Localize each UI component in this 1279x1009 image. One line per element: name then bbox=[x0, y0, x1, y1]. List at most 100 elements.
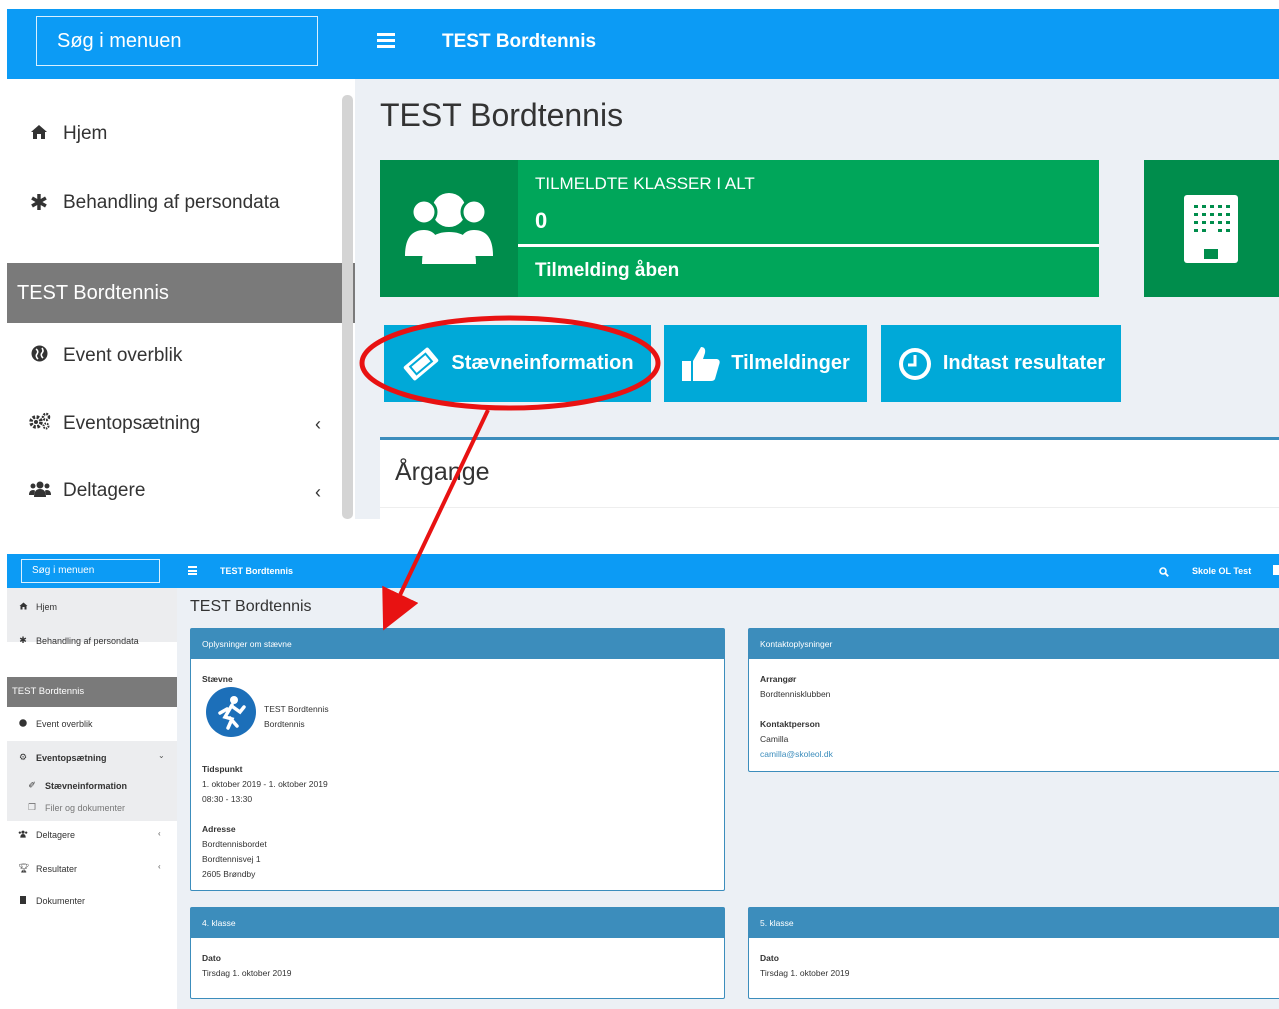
thumbs-up-icon bbox=[681, 345, 721, 383]
sidebar-item-event-overblik[interactable]: Event overblik bbox=[29, 345, 182, 367]
sidebar-item-persondata[interactable]: ✱ Behandling af persondata bbox=[18, 635, 139, 646]
sidebar-item-label: Behandling af persondata bbox=[63, 192, 280, 213]
sidebar-item-label: Eventopsætning bbox=[63, 412, 201, 434]
info-box-label: TILMELDTE KLASSER I ALT bbox=[535, 174, 755, 193]
player-icon bbox=[218, 696, 246, 730]
page-title: TEST Bordtennis bbox=[380, 97, 624, 133]
home-icon bbox=[29, 124, 49, 145]
sidebar-item-label: Deltagere bbox=[63, 480, 146, 501]
chevron-left-icon: ‹ bbox=[315, 482, 321, 502]
staevne-label: Stævne bbox=[202, 674, 233, 684]
chevron-left-icon: ‹ bbox=[315, 414, 321, 434]
sidebar-scrollbar[interactable] bbox=[342, 95, 353, 519]
sidebar-item-label: Behandling af persondata bbox=[36, 635, 139, 646]
page-title: TEST Bordtennis bbox=[190, 598, 312, 615]
sidebar-item-label: Hjem bbox=[63, 123, 108, 144]
sidebar-item-deltagere[interactable]: Deltagere bbox=[18, 830, 75, 840]
card-4-klasse: 4. klasse Dato Tirsdag 1. oktober 2019 bbox=[190, 907, 725, 999]
sidebar-section-header: TEST Bordtennis bbox=[7, 263, 355, 323]
sidebar-item-staevneinformation[interactable]: ✐ Stævneinformation bbox=[27, 780, 127, 791]
search-icon[interactable] bbox=[1159, 564, 1169, 582]
navbar-title: TEST Bordtennis bbox=[442, 31, 597, 52]
sidebar-item-hjem[interactable]: Hjem bbox=[18, 602, 57, 612]
sidebar-item-label: Deltagere bbox=[36, 830, 76, 840]
card-header: 5. klasse bbox=[749, 908, 1279, 938]
result-screenshot: Søg i menuen TEST Bordtennis Skole OL Te… bbox=[7, 554, 1279, 1009]
navbar-title: TEST Bordtennis bbox=[220, 566, 294, 576]
adresse-line: 2605 Brøndby bbox=[202, 869, 256, 879]
home-icon bbox=[18, 602, 28, 612]
sidebar-item-dokumenter[interactable]: Dokumenter bbox=[18, 896, 85, 906]
signout-icon[interactable] bbox=[1273, 565, 1279, 575]
menu-search-input[interactable]: Søg i menuen bbox=[36, 16, 318, 66]
menu-search-input[interactable]: Søg i menuen bbox=[21, 559, 160, 583]
sidebar-item-label: Stævneinformation bbox=[45, 780, 128, 791]
sidebar-item-eventopsaetning[interactable]: Eventopsætning bbox=[29, 412, 200, 435]
cogs-icon bbox=[29, 412, 51, 435]
sidebar-item-label: Event overblik bbox=[36, 719, 93, 729]
sidebar-item-deltagere[interactable]: Deltagere bbox=[29, 480, 145, 502]
sidebar-item-label: Hjem bbox=[36, 602, 58, 612]
clock-icon bbox=[897, 346, 933, 382]
chevron-left-icon: ‹ bbox=[158, 829, 161, 838]
email-link[interactable]: camilla@skoleol.dk bbox=[760, 749, 833, 759]
card-header: Kontaktoplysninger bbox=[749, 629, 1279, 659]
card-oplysninger: Oplysninger om stævne Stævne TEST Bordte… bbox=[190, 628, 725, 891]
users-icon bbox=[29, 481, 51, 502]
button-label: Indtast resultater bbox=[942, 352, 1106, 374]
sidebar-item-resultater[interactable]: 🏆︎ Resultater bbox=[18, 863, 77, 874]
top-navbar: Søg i menuen TEST Bordtennis Skole OL Te… bbox=[7, 554, 1279, 588]
dato-value: Tirsdag 1. oktober 2019 bbox=[202, 968, 292, 978]
panel-title: Årgange bbox=[395, 458, 490, 486]
building-icon bbox=[1184, 195, 1238, 263]
tilmeldinger-button[interactable]: Tilmeldinger bbox=[664, 325, 867, 402]
staevne-name: TEST Bordtennis bbox=[264, 704, 329, 714]
sidebar-item-label: Filer og dokumenter bbox=[45, 802, 126, 813]
sidebar-sub: Event overblik Eventopsætning Deltagere … bbox=[7, 323, 355, 519]
sidebar-item-label: Event overblik bbox=[63, 345, 183, 366]
kontaktperson-label: Kontaktperson bbox=[760, 719, 820, 729]
dato-value: Tirsdag 1. oktober 2019 bbox=[760, 968, 850, 978]
asterisk-icon: ✱ bbox=[29, 190, 49, 215]
info-box-footer: Tilmelding åben bbox=[535, 260, 680, 281]
hamburger-menu-icon[interactable] bbox=[377, 33, 395, 49]
user-name[interactable]: Skole OL Test bbox=[1192, 566, 1251, 576]
tidspunkt-date: 1. oktober 2019 - 1. oktober 2019 bbox=[202, 779, 328, 789]
sidebar-highlight bbox=[7, 588, 177, 642]
card-header: Oplysninger om stævne bbox=[191, 629, 724, 659]
chevron-down-icon: ⌄ bbox=[158, 751, 165, 760]
sidebar-item-label: Dokumenter bbox=[36, 896, 86, 906]
adresse-line: Bordtennisbordet bbox=[202, 839, 267, 849]
sidebar-item-hjem[interactable]: Hjem bbox=[29, 123, 107, 145]
sidebar-item-filer[interactable]: ❐ Filer og dokumenter bbox=[27, 802, 125, 813]
cogs-icon: ⚙ bbox=[18, 752, 28, 762]
asterisk-icon: ✱ bbox=[19, 635, 27, 645]
staevne-sport: Bordtennis bbox=[264, 719, 305, 729]
sidebar-item-eventopsaetning[interactable]: ⚙ Eventopsætning bbox=[18, 752, 107, 763]
hamburger-menu-icon[interactable] bbox=[188, 566, 197, 575]
sidebar-item-label: Eventopsætning bbox=[36, 752, 107, 763]
card-header: 4. klasse bbox=[191, 908, 724, 938]
info-box-second bbox=[1144, 160, 1279, 297]
sidebar-item-event-overblik[interactable]: Event overblik bbox=[18, 719, 93, 729]
card-kontakt: Kontaktoplysninger Arrangør Bordtenniskl… bbox=[748, 628, 1279, 772]
indtast-resultater-button[interactable]: Indtast resultater bbox=[881, 325, 1121, 402]
ticket-icon bbox=[401, 347, 441, 381]
globe-icon bbox=[29, 345, 49, 367]
info-box-value: 0 bbox=[535, 208, 548, 233]
adresse-line: Bordtennisvej 1 bbox=[202, 854, 261, 864]
zoomed-screenshot: Søg i menuen TEST Bordtennis Hjem ✱ Beha… bbox=[7, 9, 1279, 519]
sidebar-section-header: TEST Bordtennis bbox=[7, 677, 177, 707]
info-box-progress bbox=[518, 244, 1099, 247]
card-5-klasse: 5. klasse Dato Tirsdag 1. oktober 2019 bbox=[748, 907, 1279, 999]
sidebar: Hjem ✱ Behandling af persondata TEST Bor… bbox=[7, 588, 177, 1009]
staevneinformation-button[interactable]: Stævneinformation bbox=[384, 325, 651, 402]
tidspunkt-label: Tidspunkt bbox=[202, 764, 243, 774]
dato-label: Dato bbox=[202, 953, 221, 963]
ticket-icon: ✐ bbox=[28, 780, 36, 790]
adresse-label: Adresse bbox=[202, 824, 236, 834]
sidebar-item-persondata[interactable]: ✱ Behandling af persondata bbox=[29, 190, 280, 216]
dato-label: Dato bbox=[760, 953, 779, 963]
info-box-tilmeldte: TILMELDTE KLASSER I ALT 0 Tilmelding åbe… bbox=[380, 160, 1099, 297]
users-icon bbox=[18, 830, 28, 840]
